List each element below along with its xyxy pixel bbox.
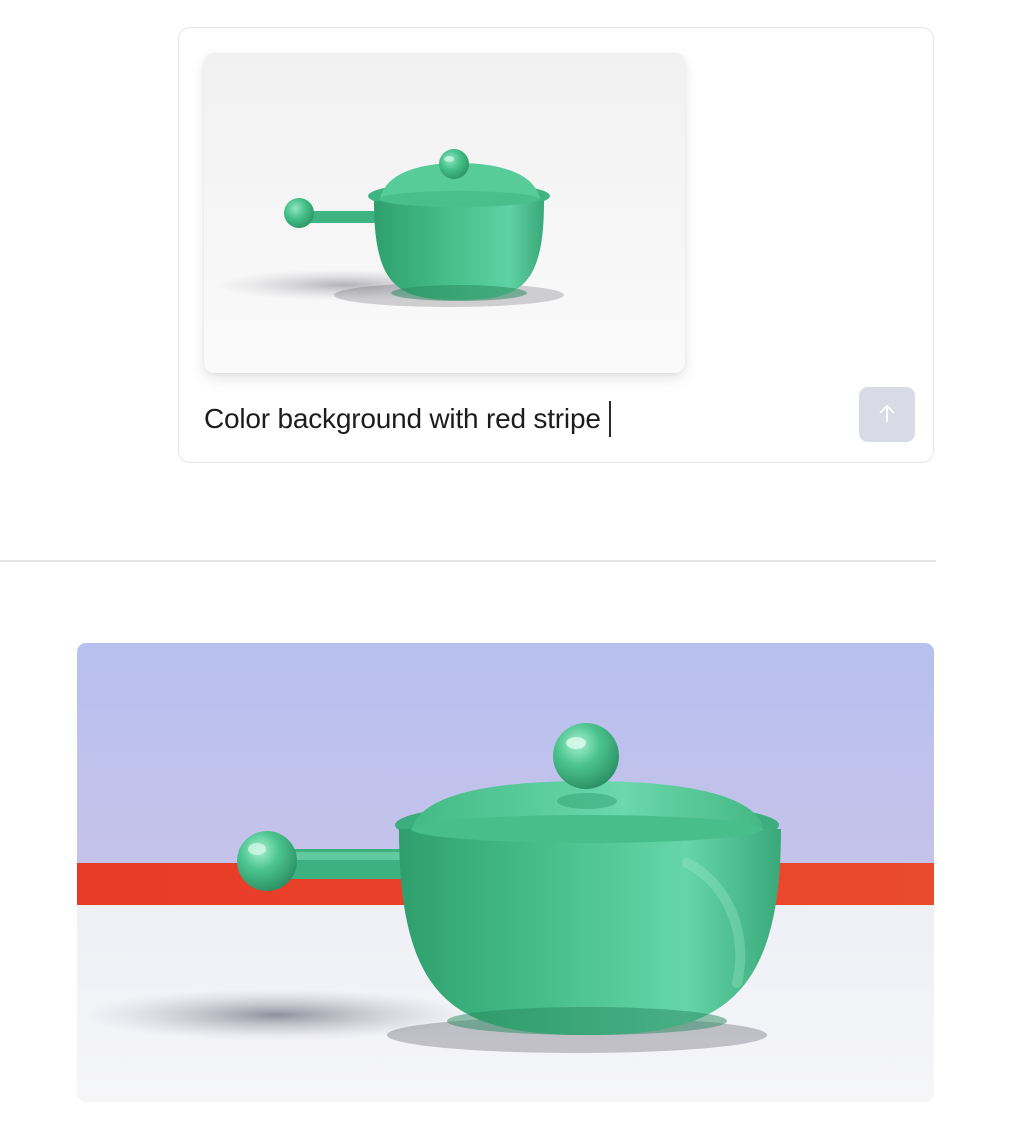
attached-image-thumbnail[interactable] xyxy=(204,53,685,373)
section-divider xyxy=(0,560,936,562)
arrow-up-icon xyxy=(876,402,898,427)
text-caret xyxy=(608,401,611,437)
green-pot-red-stripe-photo xyxy=(77,643,934,1102)
send-button[interactable] xyxy=(859,387,915,442)
prompt-input[interactable]: Color background with red stripe xyxy=(204,396,611,442)
prompt-text: Color background with red stripe xyxy=(204,403,601,434)
green-pot-photo xyxy=(204,53,685,373)
prompt-composer: Color background with red stripe xyxy=(178,27,934,463)
generated-image[interactable] xyxy=(77,643,934,1102)
